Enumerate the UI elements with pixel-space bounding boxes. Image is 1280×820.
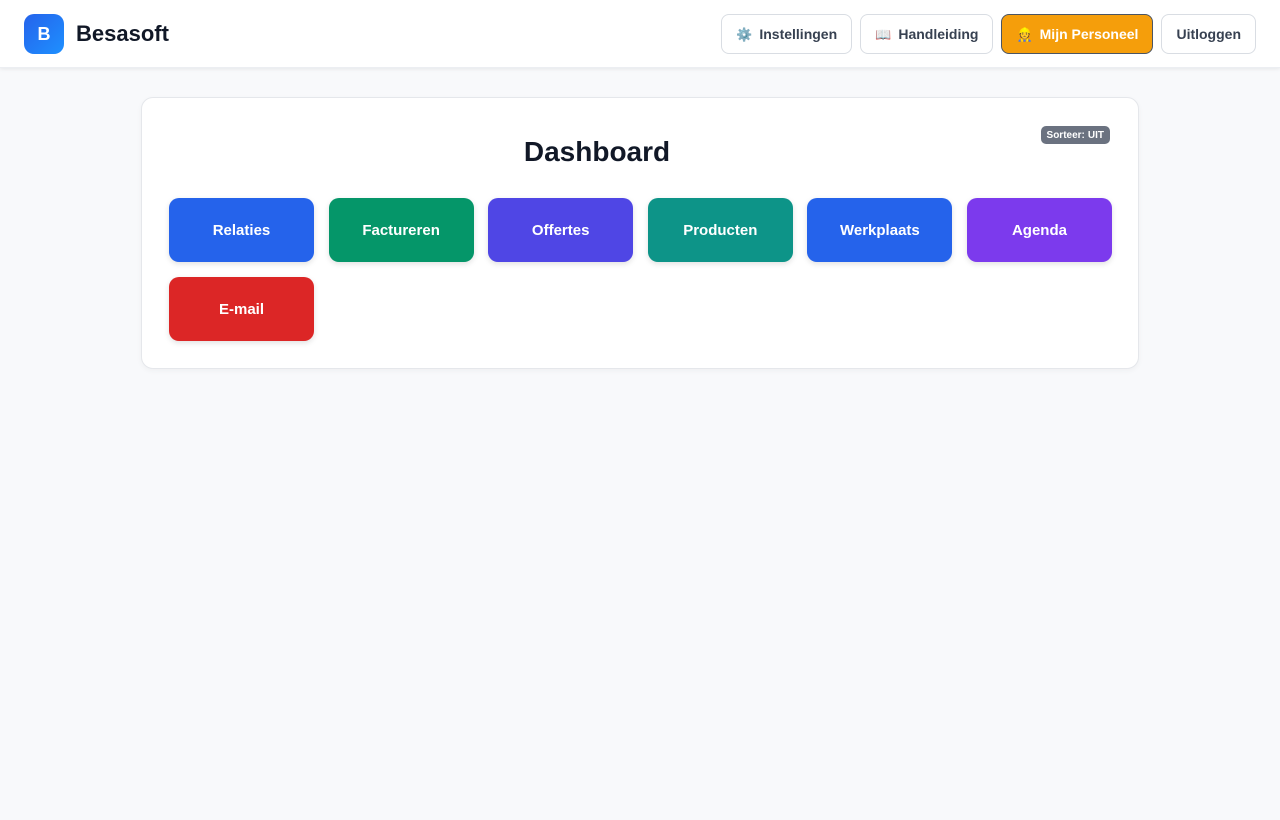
- gear-icon: ⚙️: [736, 26, 753, 42]
- nav-button-mijn-personeel[interactable]: 👷 Mijn Personeel: [1001, 14, 1154, 54]
- dashboard-card: Sorteer: UIT Dashboard Relaties Facturere…: [141, 97, 1139, 369]
- tile-producten[interactable]: Producten: [647, 198, 793, 262]
- tile-e-mail[interactable]: E-mail: [169, 277, 314, 341]
- nav-button-label: Mijn Personeel: [1039, 26, 1139, 42]
- brand[interactable]: B Besasoft: [24, 14, 169, 54]
- sort-label: Sorteer:: [1046, 129, 1085, 141]
- nav-button-uitloggen[interactable]: Uitloggen: [1161, 14, 1256, 54]
- tile-factureren[interactable]: Factureren: [328, 198, 474, 262]
- top-nav: ⚙️ Instellingen 📖 Handleiding 👷 Mijn Personee…: [721, 14, 1256, 54]
- nav-button-instellingen[interactable]: ⚙️ Instellingen: [721, 14, 853, 54]
- nav-button-label: Instellingen: [759, 26, 838, 42]
- tile-werkplaats[interactable]: Werkplaats: [807, 198, 953, 262]
- tile-agenda[interactable]: Agenda: [966, 198, 1112, 262]
- nav-button-label: Uitloggen: [1176, 26, 1241, 42]
- module-tile-grid: Relaties Factureren Offertes Producten Werkp…: [169, 198, 1112, 341]
- worker-icon: 👷: [1016, 26, 1033, 42]
- logo[interactable]: B: [24, 14, 64, 54]
- brand-name: Besasoft: [76, 21, 169, 46]
- top-bar: B Besasoft ⚙️ Instellingen 📖 Handleiding 👷 Mi…: [0, 0, 1280, 68]
- nav-button-handleiding[interactable]: 📖 Handleiding: [860, 14, 994, 54]
- tile-relaties[interactable]: Relaties: [169, 198, 314, 262]
- page-title: Dashboard: [523, 136, 671, 167]
- nav-button-label: Handleiding: [898, 26, 979, 42]
- tile-offertes[interactable]: Offertes: [488, 198, 634, 262]
- book-icon: 📖: [875, 26, 892, 42]
- sort-value: UIT: [1087, 129, 1104, 141]
